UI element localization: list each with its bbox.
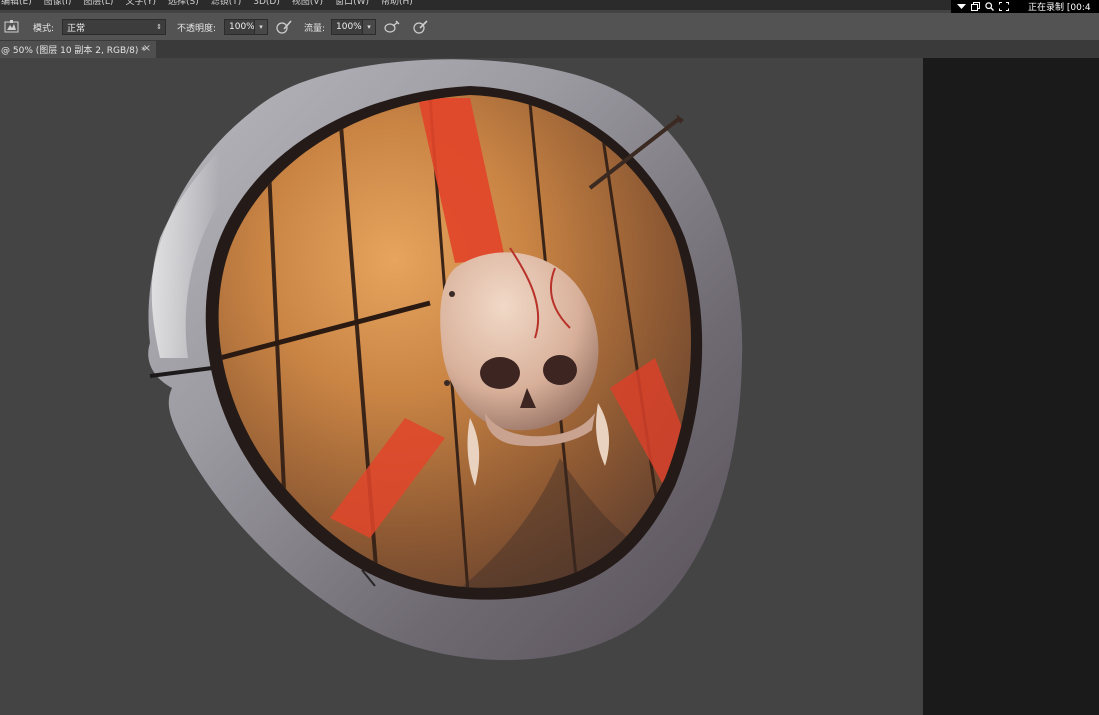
recording-toolbar: 正在录制 [00:4 [951,0,1099,13]
menu-edit[interactable]: 编辑(E) [0,0,38,8]
opacity-label: 不透明度: [177,23,217,34]
pressure-size-toggle[interactable] [413,13,429,41]
flow-input[interactable]: 100% ▾ [331,19,376,35]
brush-preset-icon [4,20,19,33]
pressure-opacity-toggle[interactable] [276,13,292,41]
airbrush-toggle[interactable] [384,13,400,41]
updown-arrows-icon: ⇕ [153,20,165,34]
blend-mode-value: 正常 [67,23,86,34]
right-panel-area [923,58,1099,715]
restore-window-icon[interactable] [971,2,980,11]
dropdown-triangle-icon[interactable] [957,3,966,10]
shield-artwork [148,59,743,661]
flow-label: 流量: [304,23,326,34]
document-tab-bar: @ 50% (图层 10 副本 2, RGB/8) * × [0,41,1099,58]
tool-preset-picker[interactable] [4,13,19,41]
pen-pressure-opacity-icon [276,20,292,34]
menu-bar: 编辑(E) 图像(I) 图层(L) 文字(Y) 选择(S) 滤镜(T) 3D(D… [0,0,1099,10]
menu-type[interactable]: 文字(Y) [119,0,162,8]
flow-value: 100% [336,22,362,32]
menu-items: 编辑(E) 图像(I) 图层(L) 文字(Y) 选择(S) 滤镜(T) 3D(D… [0,0,419,8]
menu-filter[interactable]: 滤镜(T) [205,0,248,8]
document-tab[interactable]: @ 50% (图层 10 副本 2, RGB/8) * × [0,41,156,58]
opacity-input[interactable]: 100% ▾ [224,19,268,35]
menu-layer[interactable]: 图层(L) [77,0,119,8]
document-canvas[interactable] [0,58,923,715]
blend-mode-select[interactable]: 正常 ⇕ [62,19,166,35]
airbrush-icon [384,20,400,33]
zoom-search-icon[interactable] [985,2,994,11]
menu-window[interactable]: 窗口(W) [329,0,375,8]
pen-pressure-size-icon [413,20,428,34]
document-tab-title: @ 50% (图层 10 副本 2, RGB/8) * [1,46,146,56]
close-icon[interactable]: × [143,43,151,54]
tool-options-bar: 模式: 正常 ⇕ 不透明度: 100% ▾ 流量: 100% ▾ [0,13,1099,41]
screen-region-icon[interactable] [999,2,1009,11]
opacity-dropdown-icon[interactable]: ▾ [254,20,267,34]
menu-3d[interactable]: 3D(D) [247,0,286,8]
opacity-value: 100% [229,22,255,32]
menu-view[interactable]: 视图(V) [286,0,329,8]
mode-label: 模式: [33,23,55,34]
flow-dropdown-icon[interactable]: ▾ [362,20,375,34]
recording-status: 正在录制 [00:4 [1028,3,1091,13]
menu-image[interactable]: 图像(I) [38,0,78,8]
menu-help[interactable]: 帮助(H) [375,0,419,8]
menu-select[interactable]: 选择(S) [162,0,205,8]
